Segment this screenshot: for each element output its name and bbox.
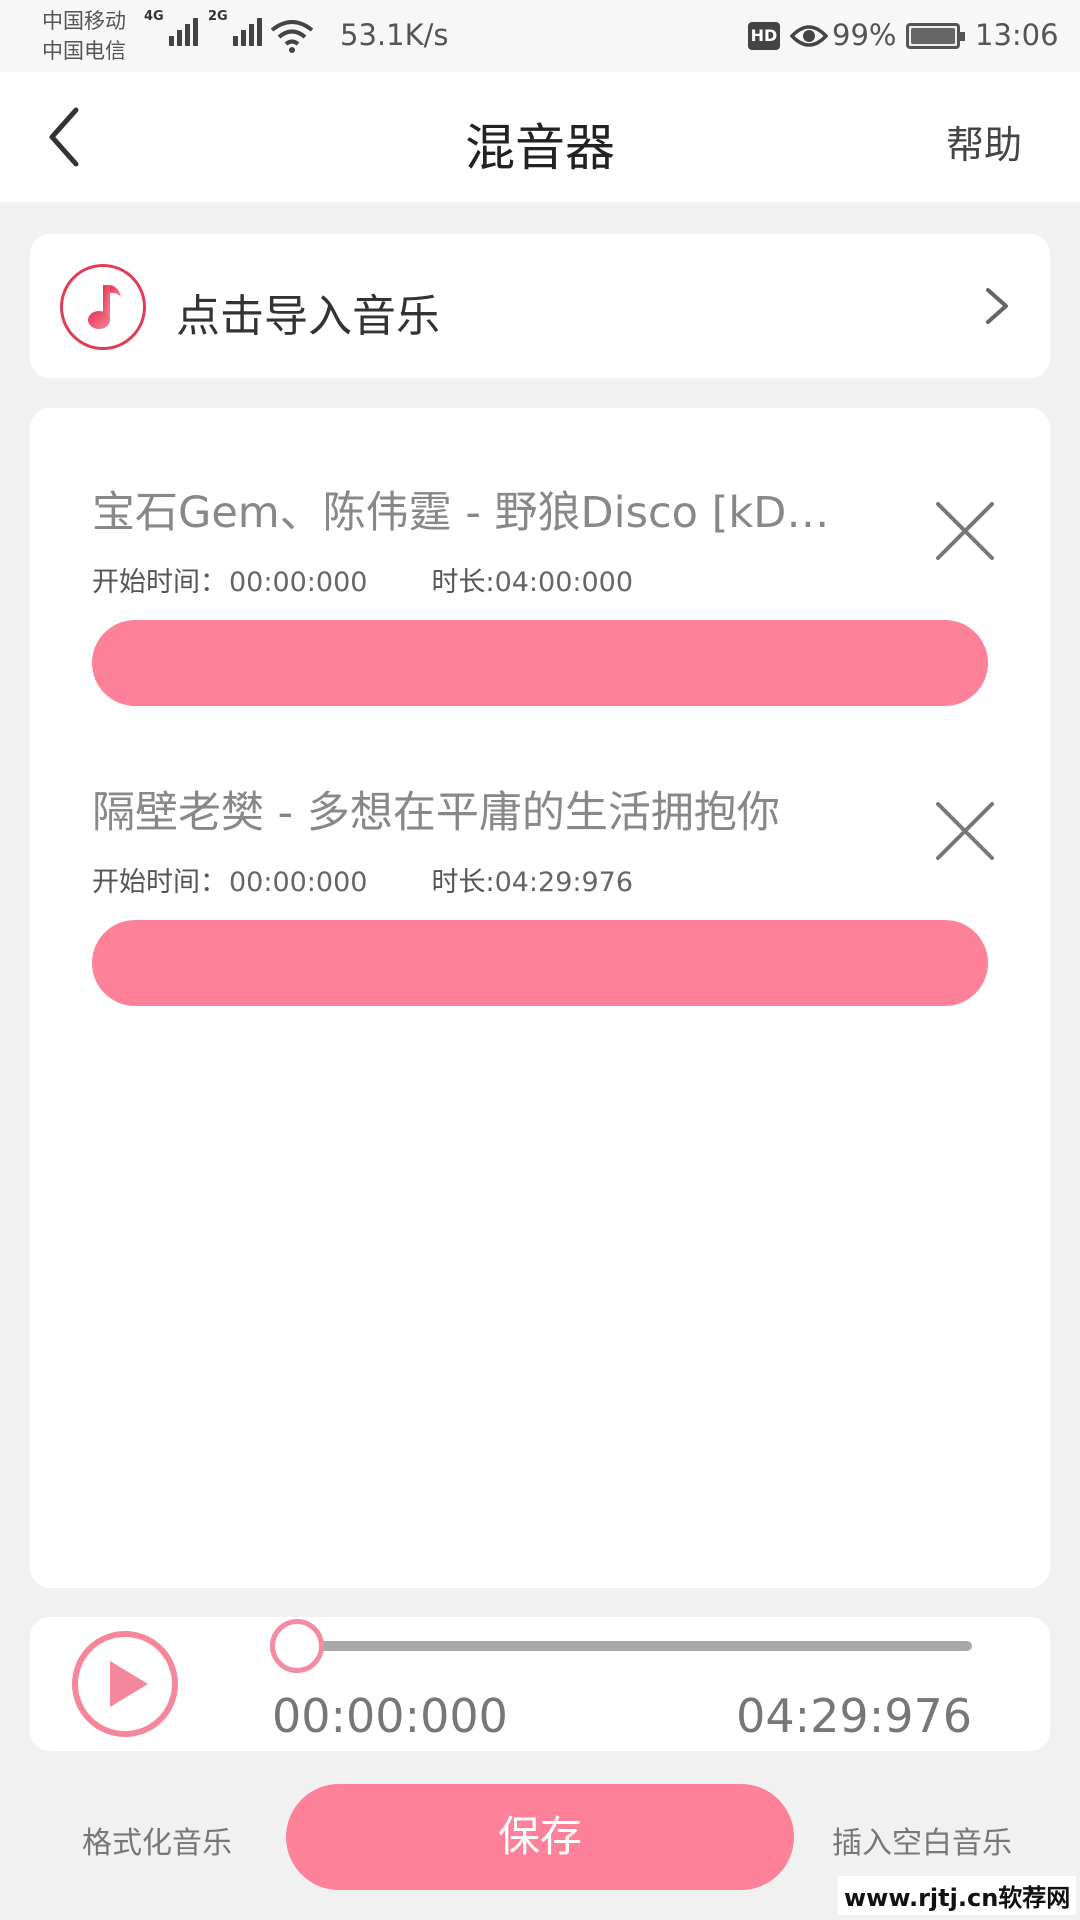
duration-value: 04:29:976: [494, 867, 634, 898]
net-speed: 53.1K/s: [340, 18, 449, 52]
carrier-1: 中国移动: [42, 9, 126, 33]
battery-icon: [906, 23, 965, 49]
track-waveform-bar[interactable]: [92, 620, 988, 706]
import-music-label: 点击导入音乐: [176, 291, 440, 342]
page-title: 混音器: [465, 119, 615, 177]
track-name: 隔壁老樊 - 多想在平庸的生活拥抱你: [92, 788, 780, 838]
start-time-label: 开始时间：: [92, 867, 227, 898]
close-icon[interactable]: [932, 798, 998, 864]
total-time: 04:29:976: [736, 1689, 972, 1743]
clock: 13:06: [975, 18, 1059, 52]
eye-comfort-icon: [790, 25, 828, 47]
chevron-right-icon: [986, 288, 1008, 324]
track-waveform-bar[interactable]: [92, 920, 988, 1006]
track-item: 宝石Gem、陈伟霆 - 野狼Disco [kD… 开始时间：00:00:000 时…: [92, 478, 994, 778]
close-icon[interactable]: [932, 498, 998, 564]
duration-label: 时长:: [431, 567, 495, 598]
seek-bar[interactable]: [272, 1641, 972, 1651]
signal-icon-1: 4G: [144, 9, 198, 46]
music-note-icon: [60, 264, 146, 350]
start-time-value: 00:00:000: [229, 567, 368, 598]
duration-value: 04:00:000: [494, 567, 634, 598]
help-button[interactable]: 帮助: [946, 114, 1022, 169]
save-button[interactable]: 保存: [286, 1784, 794, 1890]
player-panel: 00:00:000 04:29:976: [30, 1617, 1050, 1751]
hd-badge: HD: [748, 22, 780, 50]
insert-blank-music-button[interactable]: 插入空白音乐: [832, 1818, 1012, 1862]
carrier-labels: 中国移动 中国电信: [42, 6, 126, 66]
track-meta: 开始时间：00:00:000 时长:04:00:000: [92, 560, 633, 599]
signal-icon-2: 2G: [208, 9, 262, 46]
watermark: www.rjtj.cn软荐网: [838, 1876, 1077, 1915]
battery-percent: 99%: [832, 18, 897, 52]
carrier-2: 中国电信: [42, 39, 126, 63]
start-time-value: 00:00:000: [229, 867, 368, 898]
start-time-label: 开始时间：: [92, 567, 227, 598]
track-list: 宝石Gem、陈伟霆 - 野狼Disco [kD… 开始时间：00:00:000 时…: [30, 408, 1050, 1588]
wifi-icon: [270, 20, 314, 53]
app-header: 混音器 帮助: [0, 72, 1080, 202]
play-icon: [110, 1661, 148, 1707]
play-button[interactable]: [72, 1631, 178, 1737]
seek-thumb[interactable]: [270, 1619, 324, 1673]
format-music-button[interactable]: 格式化音乐: [82, 1818, 232, 1862]
current-time: 00:00:000: [272, 1689, 508, 1743]
track-item: 隔壁老樊 - 多想在平庸的生活拥抱你 开始时间：00:00:000 时长:04:2…: [92, 778, 994, 1078]
status-bar: 中国移动 中国电信 4G 2G 53.1K/s HD 99% 13:06: [0, 0, 1080, 72]
import-music-card[interactable]: 点击导入音乐: [30, 234, 1050, 378]
track-name: 宝石Gem、陈伟霆 - 野狼Disco [kD…: [92, 488, 830, 538]
track-meta: 开始时间：00:00:000 时长:04:29:976: [92, 860, 633, 899]
duration-label: 时长:: [431, 867, 495, 898]
